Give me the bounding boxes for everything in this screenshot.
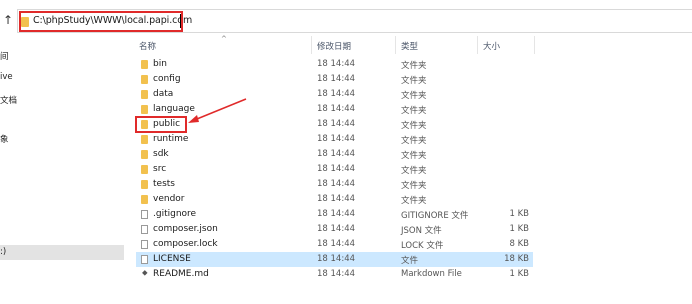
- column-divider[interactable]: [395, 36, 396, 54]
- file-name: composer.json: [153, 224, 218, 234]
- column-divider[interactable]: [534, 36, 535, 54]
- file-size: 8 KB: [509, 239, 529, 249]
- navigation-pane: 间 ive 文档 象 :): [0, 34, 124, 304]
- sidebar-item[interactable]: :): [0, 247, 6, 257]
- file-icon: [141, 240, 148, 249]
- file-name: composer.lock: [153, 239, 218, 249]
- file-date: 18 14:44: [317, 209, 356, 219]
- file-type: Markdown File: [401, 269, 462, 279]
- file-date: 18 14:44: [317, 239, 356, 249]
- file-size: 18 KB: [504, 254, 529, 264]
- folder-icon: [141, 165, 148, 174]
- folder-icon: [141, 75, 148, 84]
- folder-icon: [141, 135, 148, 144]
- markdown-file-icon: ⬥: [142, 268, 148, 277]
- file-type: GITIGNORE 文件: [401, 211, 469, 221]
- address-bar: ↑ C:\phpStudy\WWW\local.papi.com: [0, 8, 692, 34]
- file-row[interactable]: src 18 14:44 文件夹: [136, 162, 533, 177]
- file-date: 18 14:44: [317, 224, 356, 234]
- sidebar-item[interactable]: 象: [0, 133, 9, 145]
- file-name: bin: [153, 59, 167, 69]
- file-type: 文件夹: [401, 106, 427, 116]
- file-name: tests: [153, 179, 175, 189]
- folder-icon: [141, 90, 148, 99]
- file-date: 18 14:44: [317, 164, 356, 174]
- file-name: config: [153, 74, 181, 84]
- address-annotation-box: [19, 11, 183, 32]
- file-name: runtime: [153, 134, 189, 144]
- column-header-size[interactable]: 大小: [483, 40, 500, 52]
- file-type: JSON 文件: [401, 226, 442, 236]
- file-row[interactable]: bin 18 14:44 文件夹: [136, 57, 533, 72]
- file-icon: [141, 225, 148, 234]
- file-type: 文件夹: [401, 166, 427, 176]
- folder-icon: [141, 60, 148, 69]
- file-name: sdk: [153, 149, 169, 159]
- file-date: 18 14:44: [317, 59, 356, 69]
- column-divider[interactable]: [311, 36, 312, 54]
- file-date: 18 14:44: [317, 149, 356, 159]
- file-date: 18 14:44: [317, 269, 356, 279]
- file-icon: [141, 210, 148, 219]
- annotation-arrow-icon: [188, 98, 247, 123]
- column-header-date[interactable]: 修改日期: [317, 40, 351, 52]
- sidebar-selected-highlight: [0, 245, 124, 260]
- file-size: 1 KB: [509, 269, 529, 279]
- file-date: 18 14:44: [317, 74, 356, 84]
- file-row[interactable]: tests 18 14:44 文件夹: [136, 177, 533, 192]
- file-date: 18 14:44: [317, 89, 356, 99]
- file-date: 18 14:44: [317, 254, 356, 264]
- folder-icon: [141, 195, 148, 204]
- file-type: 文件夹: [401, 121, 427, 131]
- sidebar-item[interactable]: ive: [0, 72, 13, 82]
- file-name: vendor: [153, 194, 185, 204]
- file-type: 文件夹: [401, 91, 427, 101]
- file-name: .gitignore: [153, 209, 197, 219]
- up-arrow-icon[interactable]: ↑: [3, 13, 15, 27]
- file-row[interactable]: runtime 18 14:44 文件夹: [136, 132, 533, 147]
- file-row[interactable]: config 18 14:44 文件夹: [136, 72, 533, 87]
- file-type: 文件夹: [401, 136, 427, 146]
- file-size: 1 KB: [509, 224, 529, 234]
- file-row[interactable]: composer.json 18 14:44 JSON 文件 1 KB: [136, 222, 533, 237]
- folder-icon: [141, 180, 148, 189]
- file-row[interactable]: sdk 18 14:44 文件夹: [136, 147, 533, 162]
- column-header-row: ^ 名称 修改日期 类型 大小: [124, 35, 692, 54]
- file-type: 文件: [401, 256, 419, 266]
- folder-icon: [141, 105, 148, 114]
- file-row[interactable]: vendor 18 14:44 文件夹: [136, 192, 533, 207]
- file-row[interactable]: ⬥ README.md 18 14:44 Markdown File 1 KB: [136, 267, 533, 282]
- file-date: 18 14:44: [317, 119, 356, 129]
- file-type: LOCK 文件: [401, 241, 444, 251]
- file-size: 1 KB: [509, 209, 529, 219]
- file-name: src: [153, 164, 167, 174]
- file-date: 18 14:44: [317, 179, 356, 189]
- sidebar-item[interactable]: 文档: [0, 94, 17, 106]
- file-row[interactable]: LICENSE 18 14:44 文件 18 KB: [136, 252, 533, 267]
- file-name: README.md: [153, 269, 209, 279]
- file-type: 文件夹: [401, 196, 427, 206]
- file-type: 文件夹: [401, 151, 427, 161]
- file-type: 文件夹: [401, 61, 427, 71]
- file-icon: [141, 255, 148, 264]
- folder-icon: [141, 150, 148, 159]
- column-header-name[interactable]: 名称: [139, 40, 156, 52]
- file-date: 18 14:44: [317, 194, 356, 204]
- file-type: 文件夹: [401, 181, 427, 191]
- file-row[interactable]: .gitignore 18 14:44 GITIGNORE 文件 1 KB: [136, 207, 533, 222]
- file-type: 文件夹: [401, 76, 427, 86]
- file-name: LICENSE: [153, 254, 191, 264]
- sort-caret-icon: ^: [221, 35, 227, 43]
- sidebar-item[interactable]: 间: [0, 50, 9, 62]
- file-date: 18 14:44: [317, 104, 356, 114]
- file-date: 18 14:44: [317, 134, 356, 144]
- file-row[interactable]: composer.lock 18 14:44 LOCK 文件 8 KB: [136, 237, 533, 252]
- file-name: data: [153, 89, 174, 99]
- column-divider[interactable]: [477, 36, 478, 54]
- column-header-type[interactable]: 类型: [401, 40, 418, 52]
